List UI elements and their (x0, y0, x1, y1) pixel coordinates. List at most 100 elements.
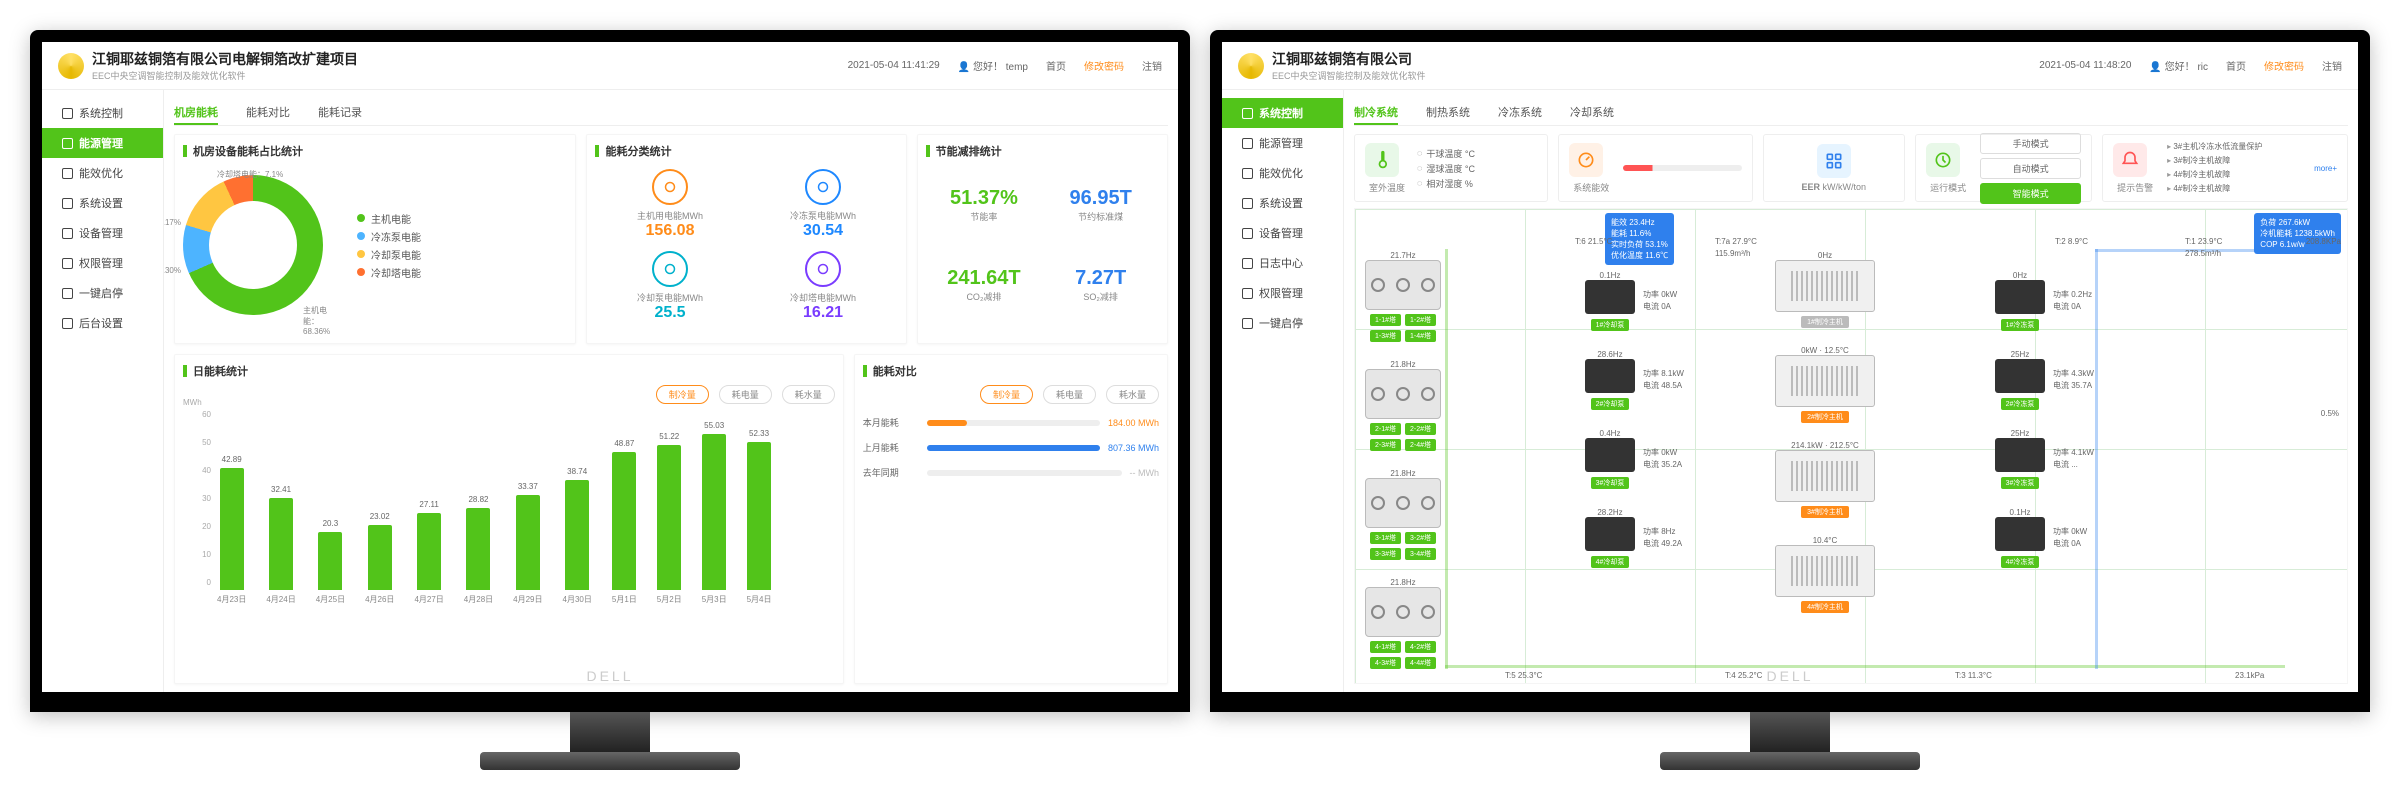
sidebar-item[interactable]: 一键启停 (1222, 308, 1343, 338)
card-eer: EER kW/kW/ton (1763, 134, 1906, 202)
chilled-pump[interactable]: 25Hz 2#冷冻泵 功率 4.3kW电流 35.7A (1995, 348, 2094, 411)
panel-title: 机房设备能耗占比统计 (183, 143, 567, 159)
pump-icon (1995, 517, 2045, 551)
mode-button[interactable]: 自动模式 (1980, 158, 2081, 179)
sidebar-item[interactable]: 后台设置 (42, 308, 163, 338)
datetime: 2021-05-04 11:48:20 (2039, 60, 2131, 71)
cooling-tower[interactable]: 21.7Hz 1-1#塔1-2#塔 1-3#塔1-4#塔 (1365, 249, 1441, 342)
nav-icon (62, 108, 73, 119)
monitor-2: 江铜耶兹铜箔有限公司 EEC中央空调智能控制及能效优化软件 2021-05-04… (1210, 30, 2370, 770)
cooling-pump[interactable]: 0.1Hz 1#冷却泵 功率 0kW电流 0A (1585, 269, 1684, 332)
nav-icon (1242, 288, 1253, 299)
tab[interactable]: 能耗对比 (246, 98, 290, 125)
tab[interactable]: 制冷系统 (1354, 98, 1398, 125)
card-outdoor: 室外温度 ◌干球温度 °C ◌湿球温度 °C ◌相对湿度 % (1354, 134, 1548, 202)
tab[interactable]: 制热系统 (1426, 98, 1470, 125)
classify-cell: 主机用电能MWh 156.08 (595, 165, 744, 243)
nav-icon (1242, 108, 1253, 119)
pipe-valve: 0.5% (2321, 409, 2339, 418)
sidebar-item[interactable]: 能源管理 (42, 128, 163, 158)
sidebar-item[interactable]: 系统设置 (42, 188, 163, 218)
nav-icon (1242, 168, 1253, 179)
tab[interactable]: 冷却系统 (1570, 98, 1614, 125)
mode-icon (1926, 143, 1960, 177)
chiller-unit[interactable]: 0kW · 12.5°C 2#制冷主机 (1775, 344, 1875, 423)
panel-energy-share: 机房设备能耗占比统计 冷却塔电能：7.1% 冷却泵电能：11.17% 冷冻泵电能… (174, 134, 576, 344)
compare-row: 去年同期 -- MWh (863, 466, 1159, 479)
chilled-pump[interactable]: 0.1Hz 4#冷冻泵 功率 0kW电流 0A (1995, 506, 2094, 569)
chilled-pump[interactable]: 25Hz 3#冷冻泵 功率 4.1kW电流 ... (1995, 427, 2094, 490)
metric-pill[interactable]: 耗电量 (1043, 385, 1096, 404)
sidebar-item[interactable]: 能源管理 (1222, 128, 1343, 158)
chiller-unit[interactable]: 10.4°C 4#制冷主机 (1775, 534, 1875, 613)
sidebar-item[interactable]: 系统控制 (1222, 98, 1343, 128)
home-link[interactable]: 首页 (2226, 58, 2246, 73)
card-label: 运行模式 (1926, 181, 1970, 194)
donut-callout-host: 主机电能：68.36% (303, 305, 330, 336)
sidebar-item[interactable]: 日志中心 (1222, 248, 1343, 278)
classify-icon (805, 169, 841, 205)
header: 江铜耶兹铜箔有限公司 EEC中央空调智能控制及能效优化软件 2021-05-04… (1222, 42, 2358, 90)
metric-pill[interactable]: 制冷量 (656, 385, 709, 404)
donut-callout-tower: 冷却塔电能：7.1% (217, 169, 283, 180)
cooling-tower[interactable]: 21.8Hz 4-1#塔4-2#塔 4-3#塔4-4#塔 (1365, 576, 1441, 669)
outdoor-field: ◌相对湿度 % (1417, 177, 1537, 190)
sidebar-item[interactable]: 权限管理 (42, 248, 163, 278)
logout-link[interactable]: 注销 (1142, 58, 1162, 73)
sidebar-item[interactable]: 系统设置 (1222, 188, 1343, 218)
panel-energy-compare: 能耗对比 制冷量耗电量耗水量 本月能耗 184.00 MWh 上月能耗 807.… (854, 354, 1168, 684)
chiller-unit[interactable]: 0Hz 1#制冷主机 (1775, 249, 1875, 328)
metric-pill[interactable]: 耗水量 (782, 385, 835, 404)
bar: 55.03 5月3日 (702, 421, 727, 605)
person-icon: 👤 (958, 62, 970, 73)
mode-button[interactable]: 手动模式 (1980, 133, 2081, 154)
pipe-t7: T:7a 27.9°C (1715, 237, 1757, 246)
sidebar-item[interactable]: 能效优化 (1222, 158, 1343, 188)
change-pwd-link[interactable]: 修改密码 (1084, 58, 1124, 73)
app-title: 江铜耶兹铜箔有限公司电解铜箔改扩建项目 (92, 49, 358, 69)
donut-callout-chillpump: 冷冻泵电能：13.30% (164, 265, 181, 276)
legend-swatch (357, 250, 365, 258)
tab[interactable]: 能耗记录 (318, 98, 362, 125)
metric-pill[interactable]: 耗电量 (719, 385, 772, 404)
sidebar-item[interactable]: 权限管理 (1222, 278, 1343, 308)
sidebar-item[interactable]: 设备管理 (42, 218, 163, 248)
panel-title: 能耗对比 (863, 363, 1159, 379)
mode-button[interactable]: 智能模式 (1980, 183, 2081, 204)
cooling-pump[interactable]: 0.4Hz 3#冷却泵 功率 0kW电流 35.2A (1585, 427, 1684, 490)
tab[interactable]: 机房能耗 (174, 98, 218, 125)
logout-link[interactable]: 注销 (2322, 58, 2342, 73)
change-pwd-link[interactable]: 修改密码 (2264, 58, 2304, 73)
metric-pill[interactable]: 制冷量 (980, 385, 1033, 404)
classify-cell: 冷却泵电能MWh 25.5 (595, 247, 744, 325)
sidebar-item[interactable]: 一键启停 (42, 278, 163, 308)
sidebar-item[interactable]: 能效优化 (42, 158, 163, 188)
legend-swatch (357, 214, 365, 222)
cooling-pump[interactable]: 28.6Hz 2#冷却泵 功率 8.1kW电流 48.5A (1585, 348, 1684, 411)
metric-pill[interactable]: 耗水量 (1106, 385, 1159, 404)
alarm-more-link[interactable]: more+ (2314, 164, 2337, 173)
tab[interactable]: 冷冻系统 (1498, 98, 1542, 125)
chilled-pump[interactable]: 0Hz 1#冷冻泵 功率 0.2Hz电流 0A (1995, 269, 2094, 332)
bubble-output: 负荷 267.6kW冷机能耗 1238.5kWhCOP 6.1w/w (2254, 213, 2341, 254)
cooling-pump[interactable]: 28.2Hz 4#冷却泵 功率 8Hz电流 49.2A (1585, 506, 1684, 569)
sidebar-item[interactable]: 系统控制 (42, 98, 163, 128)
outdoor-field: ◌湿球温度 °C (1417, 162, 1537, 175)
eff-bar (1623, 165, 1741, 171)
saving-cell: 96.95T 节约标准煤 (1042, 165, 1159, 245)
legend-item: 冷却塔电能 (357, 265, 421, 280)
cooling-tower[interactable]: 21.8Hz 3-1#塔3-2#塔 3-3#塔3-4#塔 (1365, 467, 1441, 560)
equipment-diagram: 能效 23.4Hz能耗 11.6%实时负荷 53.1%优化温度 11.6℃ 负荷… (1354, 208, 2348, 684)
classify-cell: 冷冻泵电能MWh 30.54 (749, 165, 898, 243)
nav-icon (62, 258, 73, 269)
sidebar-item[interactable]: 设备管理 (1222, 218, 1343, 248)
y-axis: 6050403020100 (183, 410, 211, 587)
card-label: 室外温度 (1365, 181, 1409, 194)
panel-title: 日能耗统计 (183, 363, 835, 379)
donut-callout-coolpump: 冷却泵电能：11.17% (164, 217, 181, 228)
chiller-unit[interactable]: 214.1kW · 212.5°C 3#制冷主机 (1775, 439, 1875, 518)
saving-cell: 7.27T SO₂减排 (1042, 245, 1159, 325)
home-link[interactable]: 首页 (1046, 58, 1066, 73)
cooling-tower[interactable]: 21.8Hz 2-1#塔2-2#塔 2-3#塔2-4#塔 (1365, 358, 1441, 451)
app-title: 江铜耶兹铜箔有限公司 (1272, 49, 1426, 69)
